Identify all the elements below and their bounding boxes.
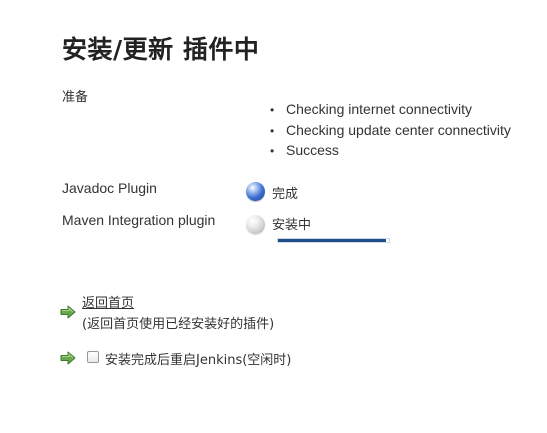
install-progress-bar <box>277 238 390 243</box>
check-item-text: Checking internet connectivity <box>286 101 472 117</box>
restart-after-install-label[interactable]: 安装完成后重启Jenkins(空闲时) <box>105 349 291 368</box>
restart-after-install-checkbox[interactable] <box>87 351 99 363</box>
green-arrow-icon <box>60 305 76 319</box>
back-to-home-description: (返回首页使用已经安装好的插件) <box>82 317 275 332</box>
install-progress-fill <box>278 239 386 242</box>
plugin-name-maven: Maven Integration plugin <box>62 212 216 228</box>
blue-ball-icon <box>246 182 265 201</box>
plugin-status-javadoc: 完成 <box>272 187 299 202</box>
green-arrow-icon <box>60 351 76 365</box>
bullet-icon: • <box>270 123 275 138</box>
bullet-icon: • <box>270 103 275 117</box>
grey-ball-icon <box>246 215 265 234</box>
check-item-text: Checking update center connectivity <box>286 121 511 138</box>
plugin-name-javadoc: Javadoc Plugin <box>62 180 157 196</box>
connectivity-check-list: • Checking internet connectivity • Checkin… <box>270 99 511 161</box>
check-item: • Checking internet connectivity <box>270 99 511 120</box>
bullet-icon: • <box>270 144 275 158</box>
plugin-status-maven: 安装中 <box>272 218 312 233</box>
page-title: 安装/更新 插件中 <box>62 35 260 64</box>
check-item: • Success <box>270 140 511 161</box>
check-item-text: Success <box>286 142 339 158</box>
back-to-home-link[interactable]: 返回首页 <box>82 292 134 311</box>
preparation-label: 准备 <box>62 90 89 105</box>
check-item: • Checking update center connectivity <box>270 120 511 141</box>
